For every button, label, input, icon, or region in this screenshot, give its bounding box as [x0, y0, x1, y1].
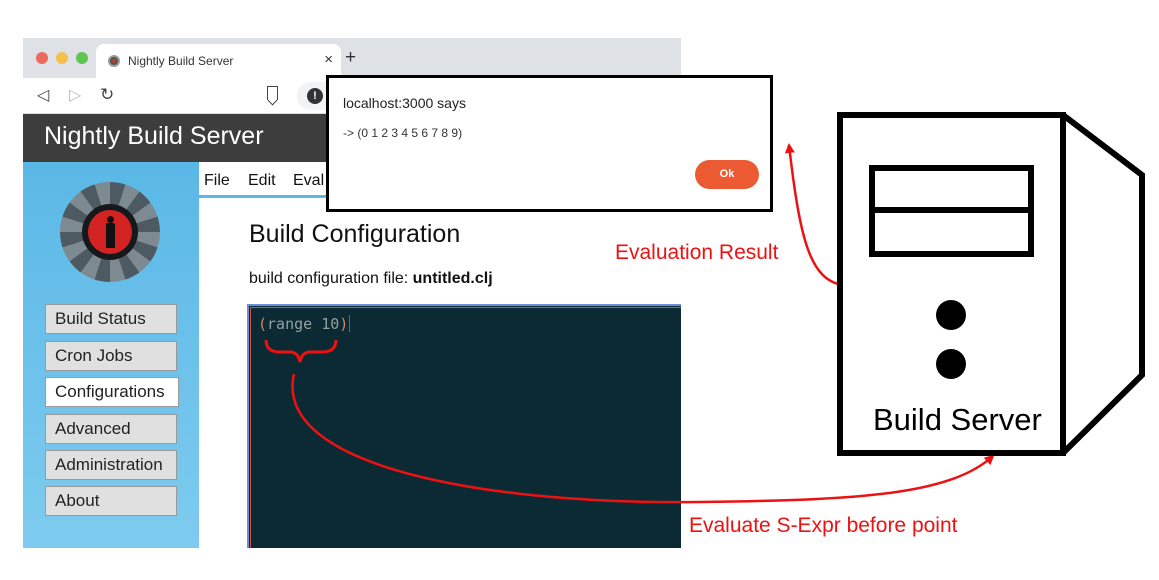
evaluation-result-label: Evaluation Result	[615, 241, 779, 264]
build-server-label: Build Server	[873, 402, 1042, 437]
annotation-overlay	[264, 112, 1145, 504]
brace-icon	[264, 339, 338, 363]
evaluate-sexpr-label: Evaluate S-Expr before point	[689, 514, 958, 537]
server-light-icon	[936, 300, 966, 330]
result-arrow	[784, 143, 844, 287]
evaluate-arrow	[291, 373, 995, 504]
server-light-icon	[936, 349, 966, 379]
